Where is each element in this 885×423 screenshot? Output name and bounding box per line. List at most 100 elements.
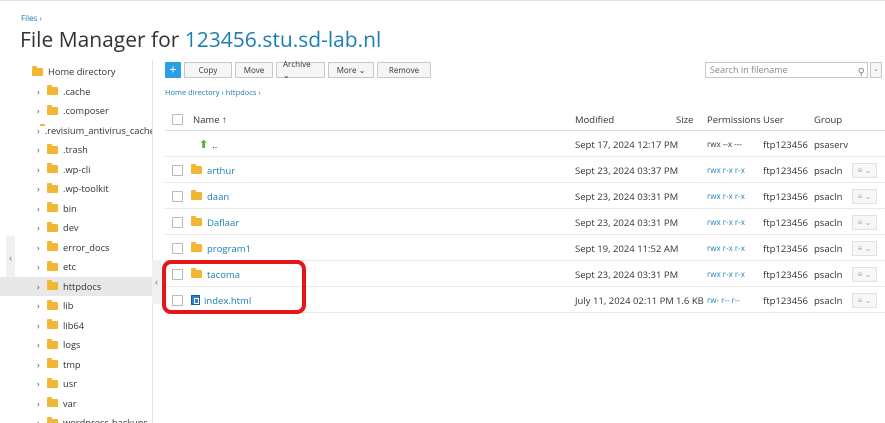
chevron-right-icon[interactable]: › xyxy=(37,319,47,332)
tree-item-label: dev xyxy=(63,221,79,234)
tree-item[interactable]: › .wp-cli xyxy=(0,160,152,179)
add-button[interactable]: + xyxy=(165,62,181,78)
col-name-header[interactable]: Name ↑ xyxy=(193,108,227,130)
row-permissions[interactable]: rwx r-x r-x xyxy=(707,158,745,182)
row-group: psacln xyxy=(814,267,843,281)
search-input[interactable]: Search in filename xyxy=(710,63,788,76)
tree-root-home[interactable]: Home directory xyxy=(0,62,152,81)
page-title-host: 123456.stu.sd-lab.nl xyxy=(184,26,382,54)
tree-item[interactable]: › .wp-toolkit xyxy=(0,179,152,198)
tree-item[interactable]: › logs xyxy=(0,335,152,354)
chevron-right-icon[interactable]: › xyxy=(37,280,47,293)
tree-item-label: logs xyxy=(63,338,81,351)
move-button[interactable]: Move xyxy=(235,62,273,78)
row-modified: Sept 23, 2024 03:31 PM xyxy=(575,189,679,203)
search-icon[interactable]: ⚲ xyxy=(858,64,865,78)
row-checkbox[interactable] xyxy=(172,191,183,202)
tree-item-label: bin xyxy=(63,201,77,215)
copy-button[interactable]: Copy xyxy=(184,62,232,78)
sidebar-collapse-right-icon[interactable]: ‹ xyxy=(152,260,161,304)
row-name[interactable]: Daflaar xyxy=(207,216,239,229)
folder-icon xyxy=(47,241,58,251)
more-button[interactable]: More ⌄ xyxy=(328,62,374,78)
tree-item[interactable]: › .composer xyxy=(0,101,152,120)
row-menu-button[interactable]: ≡ ⌄ xyxy=(852,189,877,204)
table-row[interactable]: program1 Sept 19, 2024 11:52 AM rwx r-x r-… xyxy=(165,236,885,261)
row-permissions[interactable]: rwx r-x r-x xyxy=(707,210,745,234)
tree-item[interactable]: › .trash xyxy=(0,140,152,159)
col-group-header[interactable]: Group xyxy=(814,108,842,130)
tree-item[interactable]: › usr xyxy=(0,374,152,393)
row-name[interactable]: daan xyxy=(207,190,229,203)
row-menu-button[interactable]: ≡ ⌄ xyxy=(852,215,877,230)
col-user-header[interactable]: User xyxy=(763,108,784,130)
chevron-right-icon[interactable]: › xyxy=(37,241,47,254)
row-menu-button[interactable]: ≡ ⌄ xyxy=(852,293,877,308)
chevron-right-icon[interactable]: › xyxy=(37,416,47,423)
chevron-right-icon[interactable]: › xyxy=(37,163,47,176)
table-row[interactable]: arthur Sept 23, 2024 03:37 PM rwx r-x r-x f… xyxy=(165,158,885,183)
page-title: File Manager for 123456.stu.sd-lab.nl xyxy=(20,26,381,54)
row-name-cell[interactable]: program1 xyxy=(191,236,251,260)
tree-item[interactable]: › lib64 xyxy=(0,316,152,335)
tree-item-label: tmp xyxy=(63,357,81,371)
tree-item[interactable]: › var xyxy=(0,394,152,413)
archive-button[interactable]: Archive ⌄ xyxy=(276,59,325,81)
row-checkbox[interactable] xyxy=(172,243,183,254)
row-name[interactable]: program1 xyxy=(207,242,251,255)
row-permissions[interactable]: rwx r-x r-x xyxy=(707,236,745,260)
tree-item[interactable]: › .revisium_antivirus_cache xyxy=(0,121,152,140)
table-row[interactable]: Daflaar Sept 23, 2024 03:31 PM rwx r-x r-x… xyxy=(165,210,885,235)
row-permissions[interactable]: rwx r-x r-x xyxy=(707,262,745,286)
row-menu-button[interactable]: ≡ ⌄ xyxy=(852,241,877,256)
chevron-right-icon[interactable]: › xyxy=(37,202,47,215)
row-name-cell[interactable]: arthur xyxy=(191,158,235,182)
row-name-cell[interactable]: Daflaar xyxy=(191,210,239,234)
tree-item[interactable]: › lib xyxy=(0,296,152,315)
row-menu-button[interactable]: ≡ ⌄ xyxy=(852,267,877,282)
tree-item[interactable]: › .cache xyxy=(0,82,152,101)
folder-icon xyxy=(47,338,58,349)
row-checkbox[interactable] xyxy=(172,217,183,228)
row-name[interactable]: arthur xyxy=(207,164,235,177)
chevron-right-icon[interactable]: › xyxy=(37,143,47,156)
tree-item-label: etc xyxy=(63,260,76,273)
breadcrumb-files[interactable]: Files › xyxy=(21,13,42,24)
chevron-right-icon[interactable]: › xyxy=(37,377,47,390)
table-header: Name ↑ Modified Size Permissions User Gr… xyxy=(165,108,885,131)
chevron-right-icon[interactable]: › xyxy=(37,338,47,351)
row-modified: Sept 23, 2024 03:37 PM xyxy=(575,163,679,177)
row-name-cell[interactable]: ⬆.. xyxy=(199,132,217,156)
search-options-chevron-icon[interactable]: ⌄ xyxy=(870,62,882,78)
chevron-right-icon[interactable]: › xyxy=(37,221,47,234)
tree-item[interactable]: › etc xyxy=(0,257,152,276)
chevron-right-icon[interactable]: › xyxy=(37,182,47,195)
path-breadcrumb[interactable]: Home directory › httpdocs › xyxy=(165,88,261,98)
chevron-right-icon[interactable]: › xyxy=(37,358,47,371)
table-row[interactable]: daan Sept 23, 2024 03:31 PM rwx r-x r-x ftp… xyxy=(165,184,885,209)
col-modified-header[interactable]: Modified xyxy=(575,108,614,130)
chevron-right-icon[interactable]: › xyxy=(37,85,47,98)
remove-button[interactable]: Remove xyxy=(377,62,431,78)
row-menu-button[interactable]: ≡ ⌄ xyxy=(852,163,877,178)
row-name-cell[interactable]: daan xyxy=(191,184,229,208)
col-permissions-header[interactable]: Permissions xyxy=(707,108,761,130)
tree-item[interactable]: › wordpress-backups xyxy=(0,413,152,423)
tree-item[interactable]: › dev xyxy=(0,218,152,237)
row-checkbox[interactable] xyxy=(172,165,183,176)
chevron-right-icon[interactable]: › xyxy=(37,260,47,273)
table-row[interactable]: ⬆.. Sept 17, 2024 12:17 PM rwx --x --- ftp1… xyxy=(165,132,885,157)
row-permissions[interactable]: rwx r-x r-x xyxy=(707,184,745,208)
select-all-checkbox[interactable] xyxy=(172,114,183,125)
tree-item[interactable]: › error_docs xyxy=(0,238,152,257)
col-size-header[interactable]: Size xyxy=(676,108,693,130)
row-name[interactable]: .. xyxy=(212,138,217,151)
tree-item[interactable]: › bin xyxy=(0,199,152,218)
row-user: ftp123456 xyxy=(763,241,808,255)
chevron-right-icon[interactable]: › xyxy=(37,104,47,117)
tree-item[interactable]: › httpdocs xyxy=(0,276,152,296)
row-permissions[interactable]: rw- r-- r-- xyxy=(707,288,740,312)
chevron-right-icon[interactable]: › xyxy=(37,397,47,410)
chevron-right-icon[interactable]: › xyxy=(37,299,47,312)
tree-item[interactable]: › tmp xyxy=(0,355,152,374)
